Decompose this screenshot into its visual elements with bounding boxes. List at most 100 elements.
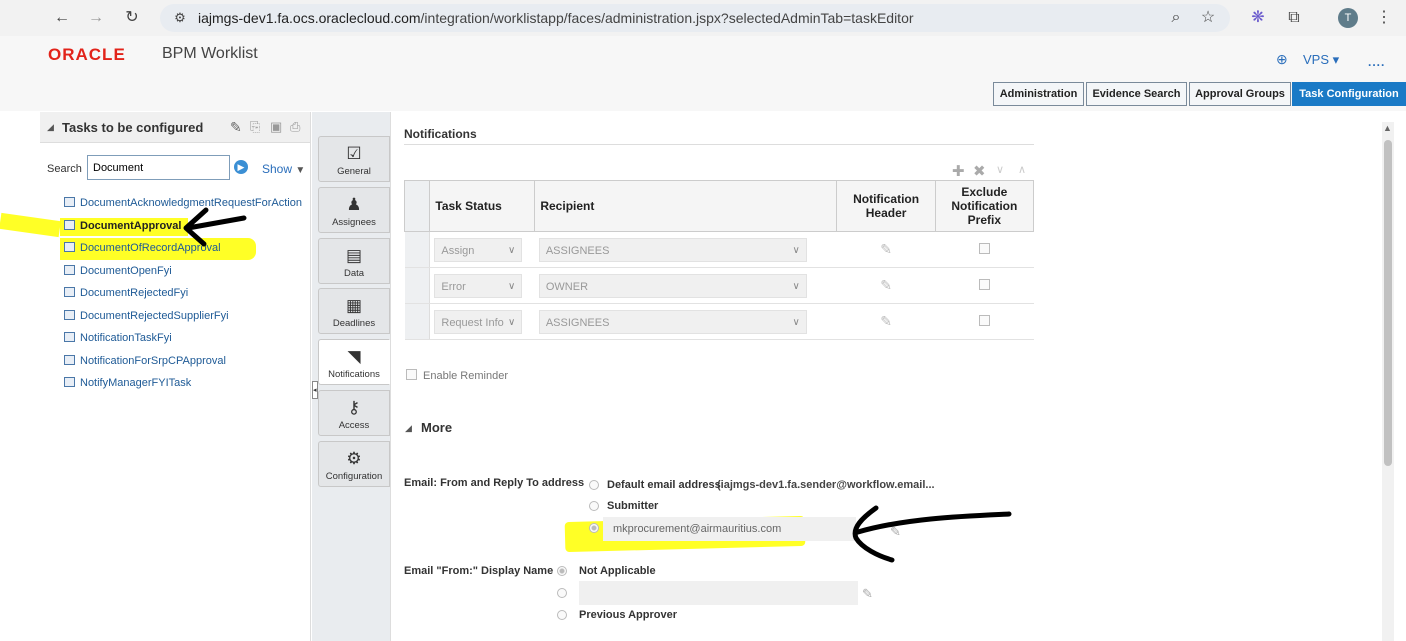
move-up-icon[interactable]: ∧ xyxy=(1018,163,1026,176)
notifications-title: Notifications xyxy=(404,127,477,141)
scrollbar-thumb[interactable] xyxy=(1384,140,1392,466)
globe-icon: ⊕ xyxy=(1276,51,1288,67)
scroll-up-icon[interactable]: ▲ xyxy=(1383,123,1392,133)
star-icon[interactable]: ☆ xyxy=(1198,8,1218,28)
search-go-icon[interactable]: ▶ xyxy=(234,160,248,174)
task-item[interactable]: DocumentOpenFyi xyxy=(64,262,172,280)
edit-pencil-icon[interactable]: ✎ xyxy=(880,313,892,329)
exclude-prefix-checkbox[interactable] xyxy=(978,314,990,326)
splitter-handle[interactable]: ◂ xyxy=(312,381,318,399)
task-item[interactable]: NotificationTaskFyi xyxy=(64,329,172,347)
display-name-input[interactable] xyxy=(579,581,858,605)
forward-arrow-icon[interactable]: → xyxy=(86,8,106,28)
custom-email-radio[interactable] xyxy=(589,523,599,533)
table-row[interactable]: Assign ∨ ASSIGNEES ∨ ✎ xyxy=(404,231,1034,268)
task-item-selected[interactable]: DocumentApproval xyxy=(64,217,181,235)
add-row-icon[interactable]: ✚ xyxy=(952,162,965,180)
display-name-label: Email "From:" Display Name xyxy=(404,565,554,577)
edit-icon[interactable]: ✎ xyxy=(862,586,873,602)
tab-task-configuration[interactable]: Task Configuration xyxy=(1292,82,1406,106)
recipient-select[interactable]: OWNER ∨ xyxy=(538,273,807,298)
zoom-icon[interactable]: ⌕ xyxy=(1166,8,1186,28)
recipient-select[interactable]: ASSIGNEES ∨ xyxy=(538,237,807,262)
tab-approval-groups[interactable]: Approval Groups xyxy=(1189,82,1291,106)
tab-configuration[interactable]: ⚙ Configuration xyxy=(318,441,390,487)
show-dropdown[interactable]: Show ▼ xyxy=(262,162,305,176)
site-settings-icon[interactable]: ⚙ xyxy=(170,8,190,28)
chevron-down-icon: ∨ xyxy=(792,280,800,292)
recipient-cell: OWNER ∨ xyxy=(534,267,837,304)
column-header: Recipient xyxy=(534,180,838,232)
status-select[interactable]: Assign ∨ xyxy=(434,237,523,262)
tab-administration[interactable]: Administration xyxy=(993,82,1084,106)
avatar[interactable]: T xyxy=(1338,8,1358,28)
table-row[interactable]: Error ∨ OWNER ∨ ✎ xyxy=(404,267,1034,304)
edit-pencil-icon[interactable]: ✎ xyxy=(880,241,892,257)
url-text[interactable]: iajmgs-dev1.fa.ocs.oraclecloud.com/integ… xyxy=(198,10,914,26)
status-cell: Request Info ∨ xyxy=(429,303,535,340)
edit-pencil-icon[interactable]: ✎ xyxy=(230,119,242,136)
delete-row-icon[interactable]: ✖ xyxy=(973,162,986,180)
tab-evidence-search[interactable]: Evidence Search xyxy=(1086,82,1187,106)
chevron-down-icon: ∨ xyxy=(508,280,516,292)
submitter-radio[interactable] xyxy=(589,501,599,511)
status-select[interactable]: Error ∨ xyxy=(434,273,523,298)
extension-icon[interactable]: ❋ xyxy=(1248,8,1268,28)
user-menu[interactable]: VPS ▾ xyxy=(1303,52,1339,68)
move-down-icon[interactable]: ∨ xyxy=(996,163,1004,176)
not-applicable-radio[interactable] xyxy=(557,566,567,576)
row-header-cell[interactable] xyxy=(404,267,431,304)
enable-reminder[interactable]: Enable Reminder xyxy=(406,369,508,382)
reload-icon[interactable]: ↻ xyxy=(122,8,142,28)
back-arrow-icon[interactable]: ← xyxy=(52,8,72,28)
task-item[interactable]: NotifyManagerFYITask xyxy=(64,374,191,392)
tab-data[interactable]: ▤ Data xyxy=(318,238,390,284)
tasks-panel-title: Tasks to be configured xyxy=(62,120,204,135)
custom-display-radio[interactable] xyxy=(557,588,567,598)
menu-dots-icon[interactable]: ⋮ xyxy=(1374,8,1394,28)
task-icon xyxy=(64,332,75,342)
chevron-down-icon: ∨ xyxy=(508,244,516,256)
column-header: Exclude Notification Prefix xyxy=(934,180,1035,232)
more-menu[interactable]: .... xyxy=(1368,55,1385,69)
gear-icon: ⚙ xyxy=(346,449,362,468)
row-header-cell[interactable] xyxy=(404,303,431,340)
collapse-triangle-icon[interactable]: ◢ xyxy=(405,423,412,434)
exclude-prefix-checkbox[interactable] xyxy=(978,242,990,254)
tab-general[interactable]: ☑ General xyxy=(318,136,390,182)
search-input[interactable] xyxy=(87,155,230,180)
edit-pencil-icon[interactable]: ✎ xyxy=(880,277,892,293)
notifications-table: Task Status Recipient Notification Heade… xyxy=(403,180,1035,340)
export-icon[interactable]: ⎙ xyxy=(290,119,300,135)
custom-email-input[interactable]: mkprocurement@airmauritius.com xyxy=(603,517,856,541)
task-item[interactable]: DocumentRejectedFyi xyxy=(64,284,188,302)
table-row[interactable]: Request Info ∨ ASSIGNEES ∨ ✎ xyxy=(404,303,1034,340)
row-header-cell[interactable] xyxy=(404,231,431,268)
save-icon[interactable]: ▣ xyxy=(270,119,282,135)
puzzle-icon[interactable]: ⧉ xyxy=(1284,8,1304,28)
exclude-prefix-checkbox[interactable] xyxy=(978,278,990,290)
collapse-triangle-icon[interactable]: ◢ xyxy=(47,122,54,133)
not-applicable-label: Not Applicable xyxy=(579,565,656,577)
recipient-select[interactable]: ASSIGNEES ∨ xyxy=(538,309,807,334)
task-item[interactable]: DocumentRejectedSupplierFyi xyxy=(64,307,229,325)
tab-deadlines[interactable]: ▦ Deadlines xyxy=(318,288,390,334)
tab-access[interactable]: ⚷ Access xyxy=(318,390,390,436)
task-icon xyxy=(64,287,75,297)
rss-icon: ◥ xyxy=(347,347,361,366)
task-item[interactable]: NotificationForSrpCPApproval xyxy=(64,352,226,370)
task-icon xyxy=(64,220,75,230)
keys-icon: ⚷ xyxy=(347,398,361,417)
url-path: /integration/worklistapp/faces/administr… xyxy=(420,10,914,26)
previous-approver-radio[interactable] xyxy=(557,610,567,620)
tab-notifications[interactable]: ◥ Notifications xyxy=(318,339,390,385)
default-email-value: (iajmgs-dev1.fa.sender@workflow.email... xyxy=(717,479,935,491)
copy-icon[interactable]: ⎘ xyxy=(250,119,260,135)
tab-assignees[interactable]: ♟ Assignees xyxy=(318,187,390,233)
recipient-cell: ASSIGNEES ∨ xyxy=(534,303,837,340)
calendar-icon: ▦ xyxy=(345,296,363,315)
status-select[interactable]: Request Info ∨ xyxy=(434,309,523,334)
previous-approver-label: Previous Approver xyxy=(579,609,678,621)
default-email-radio[interactable] xyxy=(589,480,599,490)
enable-reminder-checkbox[interactable] xyxy=(406,369,417,380)
